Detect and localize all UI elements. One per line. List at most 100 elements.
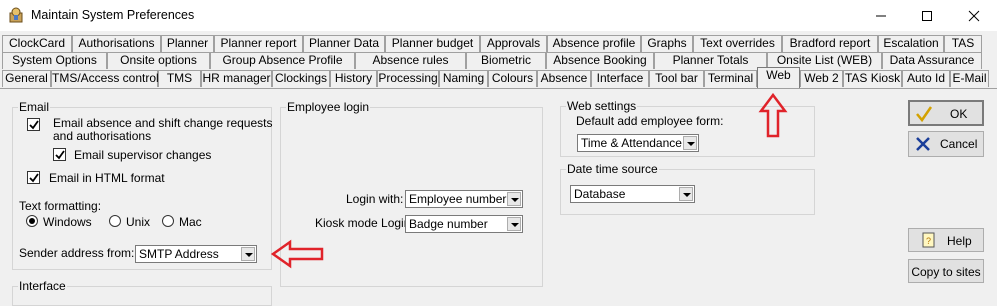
- dropdown-arrow[interactable]: [507, 217, 521, 231]
- login-with-value: Employee number: [409, 192, 507, 206]
- maximize-button[interactable]: [904, 0, 950, 31]
- tab-terminal[interactable]: Terminal: [704, 70, 757, 87]
- cross-icon: [916, 137, 930, 151]
- radio-mac[interactable]: [162, 215, 174, 227]
- default-form-value: Time & Attendance: [581, 136, 682, 150]
- email-supervisor-checkbox[interactable]: [53, 148, 66, 161]
- radio-windows[interactable]: [26, 215, 38, 227]
- tab-hr-manager[interactable]: HR manager: [201, 70, 272, 87]
- chevron-down-icon: [683, 193, 691, 197]
- login-with-select[interactable]: Employee number: [405, 190, 523, 208]
- tab-absence[interactable]: Absence: [537, 70, 591, 87]
- interface-group-label: Interface: [18, 279, 67, 293]
- annotation-up-arrow-icon: [758, 93, 788, 138]
- maximize-icon: [922, 11, 932, 21]
- radio-mac-label: Mac: [179, 215, 202, 229]
- sender-address-select[interactable]: SMTP Address: [135, 245, 257, 263]
- tab-tms[interactable]: TMS: [158, 70, 201, 87]
- email-absence-requests-checkbox[interactable]: [27, 118, 40, 131]
- tab-web[interactable]: Web: [757, 67, 800, 88]
- tab-interface[interactable]: Interface: [591, 70, 649, 87]
- tab-onsite-options[interactable]: Onsite options: [107, 52, 210, 69]
- email-absence-requests-label: Email absence and shift change requests: [53, 116, 273, 130]
- tab-graphs[interactable]: Graphs: [641, 35, 693, 52]
- cancel-button[interactable]: Cancel: [908, 131, 984, 157]
- kiosk-login-select[interactable]: Badge number: [405, 215, 523, 233]
- tab-biometric[interactable]: Biometric: [466, 52, 546, 69]
- copy-to-sites-button[interactable]: Copy to sites: [908, 259, 984, 283]
- email-html-label: Email in HTML format: [49, 171, 165, 185]
- tab-authorisations[interactable]: Authorisations: [72, 35, 161, 52]
- dropdown-arrow[interactable]: [683, 136, 697, 150]
- tab-processing[interactable]: Processing: [377, 70, 439, 87]
- ok-label: OK: [950, 107, 968, 121]
- tab-planner-totals[interactable]: Planner Totals: [654, 52, 767, 69]
- tab-approvals[interactable]: Approvals: [480, 35, 547, 52]
- close-icon: [968, 10, 980, 22]
- radio-unix-label: Unix: [126, 215, 151, 229]
- chevron-down-icon: [687, 142, 695, 146]
- tab-planner-budget[interactable]: Planner budget: [385, 35, 480, 52]
- tab-text-overrides[interactable]: Text overrides: [693, 35, 782, 52]
- tab-escalation[interactable]: Escalation: [878, 35, 944, 52]
- annotation-left-arrow-icon: [270, 239, 324, 269]
- app-icon: [8, 7, 25, 24]
- email-group-label: Email: [18, 100, 51, 114]
- radio-windows-label: Windows: [43, 215, 92, 229]
- tab-tms-access-control[interactable]: TMS/Access control: [51, 70, 159, 87]
- tab-clockings[interactable]: Clockings: [272, 70, 330, 87]
- minimize-icon: [876, 15, 886, 17]
- check-icon: [29, 120, 39, 130]
- dropdown-arrow[interactable]: [241, 247, 255, 261]
- tab-group-absence-profile[interactable]: Group Absence Profile: [210, 52, 355, 69]
- tab-auto-id[interactable]: Auto Id: [902, 70, 950, 87]
- login-with-label: Login with:: [346, 192, 404, 206]
- default-form-select[interactable]: Time & Attendance: [577, 134, 699, 152]
- help-book-icon: ?: [922, 232, 935, 248]
- chevron-down-icon: [511, 223, 519, 227]
- tab-planner[interactable]: Planner: [161, 35, 214, 52]
- ok-button[interactable]: OK: [908, 100, 984, 126]
- check-icon: [29, 173, 39, 183]
- date-time-source-value: Database: [574, 187, 626, 201]
- tab-e-mail[interactable]: E-Mail: [950, 70, 989, 87]
- close-button[interactable]: [951, 0, 997, 31]
- tab-planner-data[interactable]: Planner Data: [303, 35, 385, 52]
- interface-group: Interface: [12, 279, 272, 306]
- tab-planner-report[interactable]: Planner report: [214, 35, 303, 52]
- tab-absence-rules[interactable]: Absence rules: [355, 52, 466, 69]
- email-html-checkbox[interactable]: [27, 171, 40, 184]
- default-form-label: Default add employee form:: [576, 114, 724, 128]
- help-button[interactable]: ? Help: [908, 228, 984, 252]
- tab-general[interactable]: General: [2, 70, 51, 87]
- window-title: Maintain System Preferences: [31, 8, 195, 22]
- tab-tool-bar[interactable]: Tool bar: [649, 70, 704, 87]
- tab-web-2[interactable]: Web 2: [800, 70, 843, 87]
- radio-unix[interactable]: [109, 215, 121, 227]
- dropdown-arrow[interactable]: [679, 187, 693, 201]
- employee-login-group-label: Employee login: [286, 100, 371, 114]
- kiosk-login-value: Badge number: [409, 217, 488, 231]
- tab-bradford-report[interactable]: Bradford report: [782, 35, 878, 52]
- date-time-source-group-label: Date time source: [566, 162, 659, 176]
- tab-colours[interactable]: Colours: [488, 70, 537, 87]
- minimize-button[interactable]: [858, 0, 904, 31]
- tab-data-assurance[interactable]: Data Assurance: [882, 52, 982, 69]
- sender-address-value: SMTP Address: [139, 247, 219, 261]
- tab-system-options[interactable]: System Options: [2, 52, 107, 69]
- copy-to-sites-label: Copy to sites: [911, 265, 981, 279]
- tab-tas[interactable]: TAS: [944, 35, 982, 52]
- tab-naming[interactable]: Naming: [439, 70, 488, 87]
- text-formatting-label: Text formatting:: [19, 199, 102, 213]
- web-settings-group-label: Web settings: [566, 99, 638, 113]
- tab-history[interactable]: History: [330, 70, 377, 87]
- tab-tas-kiosk[interactable]: TAS Kiosk: [843, 70, 902, 87]
- kiosk-login-label: Kiosk mode Login:: [315, 216, 414, 230]
- date-time-source-select[interactable]: Database: [570, 185, 695, 203]
- tab-clockcard[interactable]: ClockCard: [2, 35, 72, 52]
- dropdown-arrow[interactable]: [507, 192, 521, 206]
- tab-absence-profile[interactable]: Absence profile: [547, 35, 641, 52]
- date-time-source-group: Date time source Database: [560, 162, 815, 215]
- tab-absence-booking[interactable]: Absence Booking: [546, 52, 654, 69]
- tab-panel-border: [0, 88, 997, 89]
